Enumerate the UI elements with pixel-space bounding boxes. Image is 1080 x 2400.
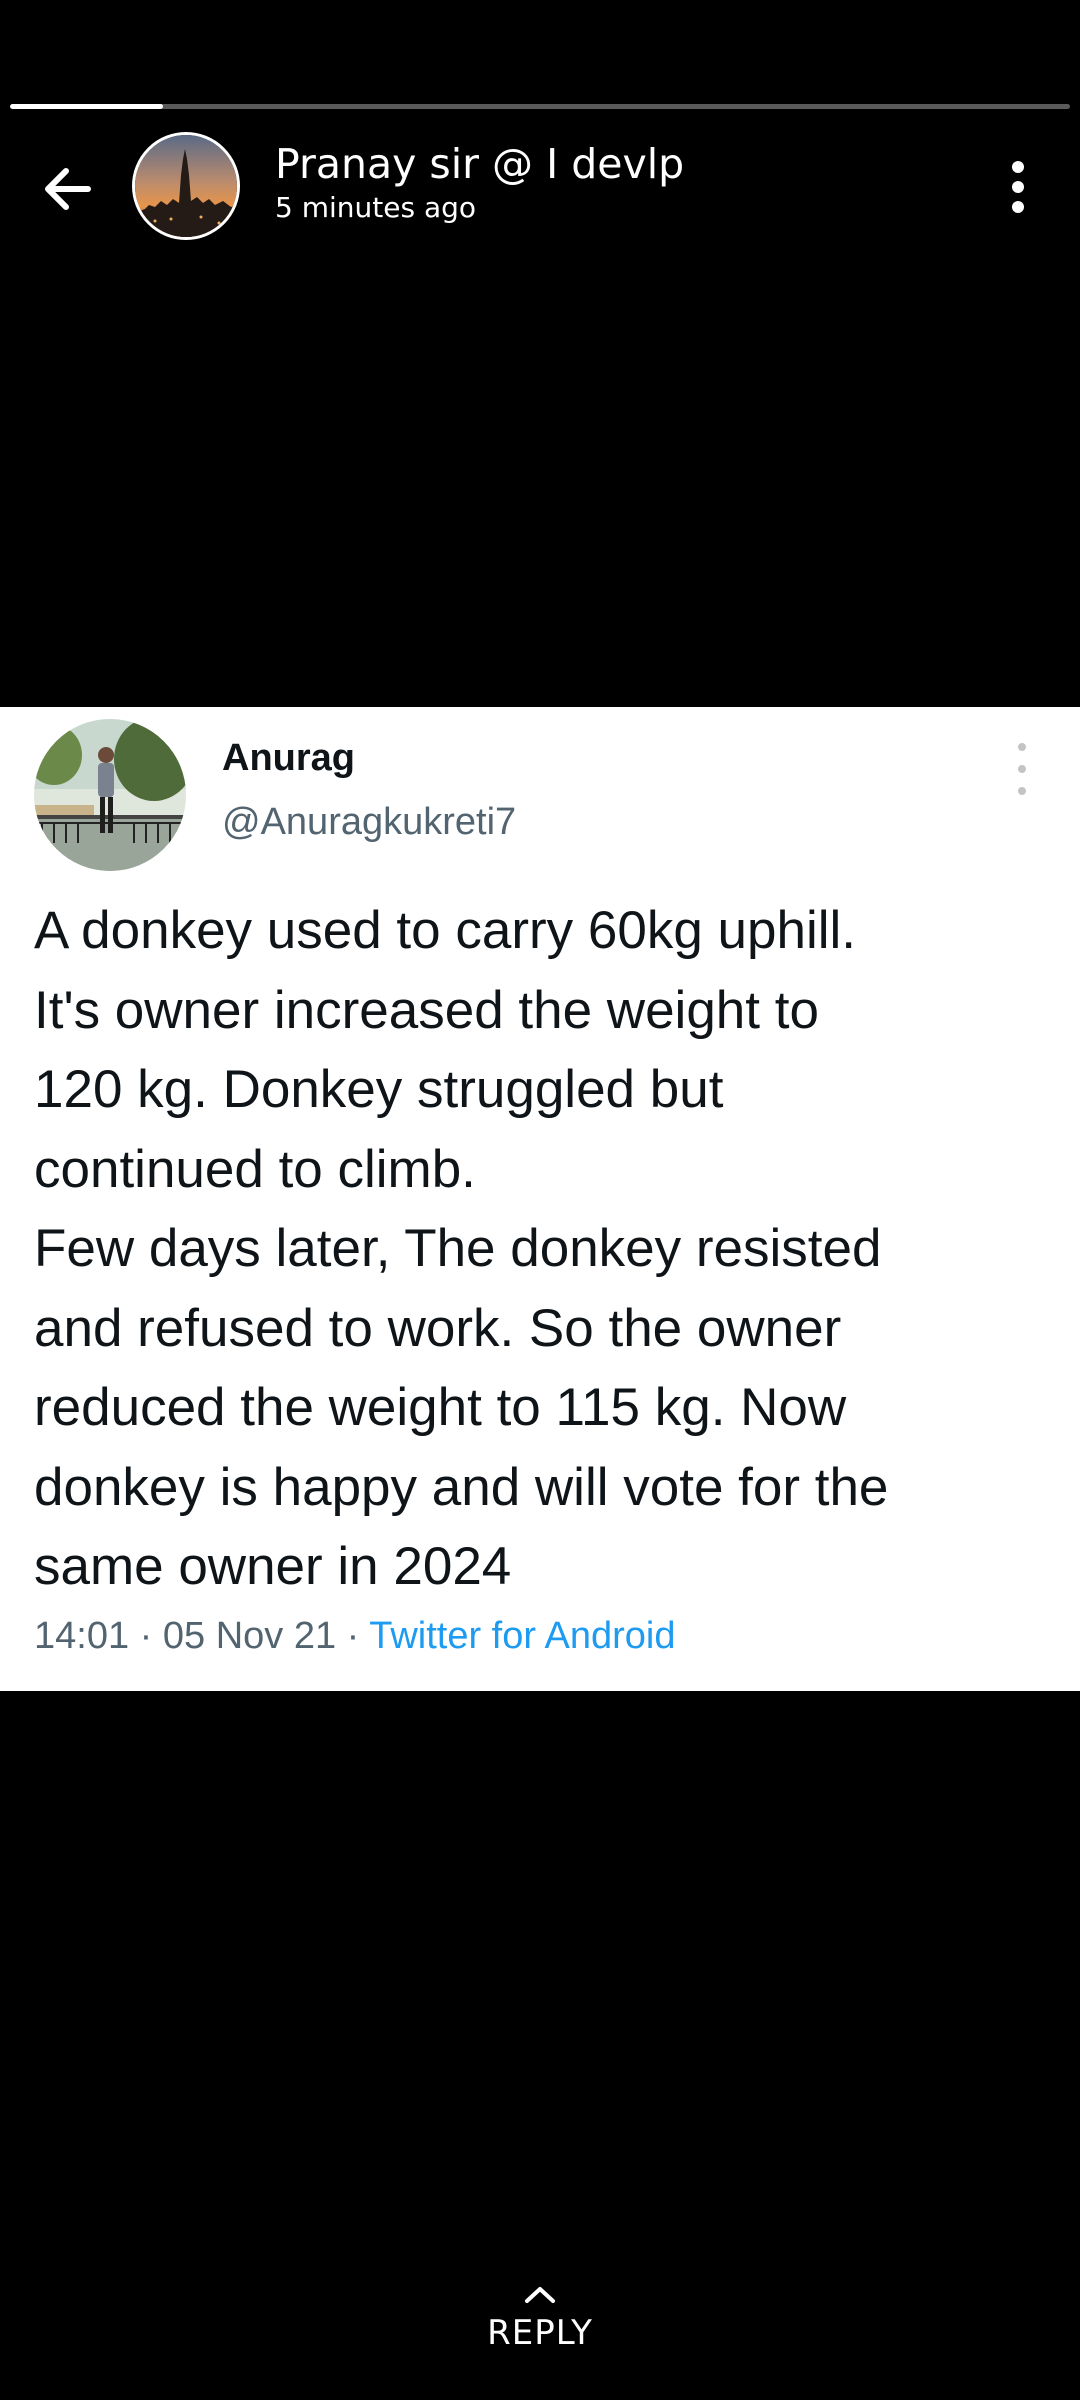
tweet-author-avatar bbox=[34, 719, 186, 871]
tweet-more-icon bbox=[1010, 743, 1034, 795]
story-progress-fill bbox=[10, 104, 163, 109]
tweet-line: donkey is happy and will vote for the bbox=[34, 1457, 889, 1517]
post-timestamp: 5 minutes ago bbox=[275, 191, 477, 224]
tweet-line: reduced the weight to 115 kg. Now bbox=[34, 1378, 847, 1437]
tweet-avatar-image bbox=[34, 719, 186, 871]
tweet-line: It's owner increased the weight to bbox=[34, 980, 819, 1040]
more-options-button[interactable] bbox=[990, 150, 1046, 224]
tweet-line: Few days later, The donkey resisted bbox=[34, 1219, 882, 1278]
tweet-text: A donkey used to carry 60kg uphill. It's… bbox=[34, 891, 1054, 1607]
tweet-line: and refused to work. So the owner bbox=[34, 1298, 842, 1358]
poster-avatar[interactable] bbox=[132, 132, 240, 240]
tweet-line: 120 kg. Donkey struggled but bbox=[34, 1060, 724, 1119]
tweet-line: A donkey used to carry 60kg uphill. bbox=[34, 901, 856, 960]
story-header: Pranay sir @ I devlp 5 minutes ago bbox=[275, 140, 684, 226]
avatar-image bbox=[135, 135, 237, 237]
story-progress-bar bbox=[10, 104, 1070, 109]
tweet-metadata: 14:01 · 05 Nov 21 · Twitter for Android bbox=[34, 1613, 675, 1659]
reply-button[interactable]: REPLY bbox=[440, 2285, 640, 2365]
arrow-left-icon bbox=[45, 168, 91, 210]
poster-name[interactable]: Pranay sir @ I devlp bbox=[275, 140, 684, 188]
tweet-screenshot: Anurag @Anuragkukreti7 A donkey used to … bbox=[0, 707, 1080, 1691]
meta-separator: · bbox=[139, 1615, 153, 1657]
tweet-author-name: Anurag bbox=[222, 737, 355, 779]
meta-separator: · bbox=[346, 1615, 360, 1657]
back-button[interactable] bbox=[30, 152, 104, 226]
reply-label: REPLY bbox=[487, 2313, 593, 2353]
tweet-line: continued to climb. bbox=[34, 1139, 476, 1199]
tweet-time: 14:01 bbox=[34, 1615, 130, 1657]
tweet-date: 05 Nov 21 bbox=[162, 1615, 337, 1657]
tweet-line: same owner in 2024 bbox=[34, 1537, 512, 1596]
more-vertical-icon bbox=[1012, 161, 1024, 213]
tweet-source: Twitter for Android bbox=[369, 1615, 676, 1657]
tweet-author-handle: @Anuragkukreti7 bbox=[222, 801, 517, 843]
chevron-up-icon bbox=[525, 2287, 555, 2303]
